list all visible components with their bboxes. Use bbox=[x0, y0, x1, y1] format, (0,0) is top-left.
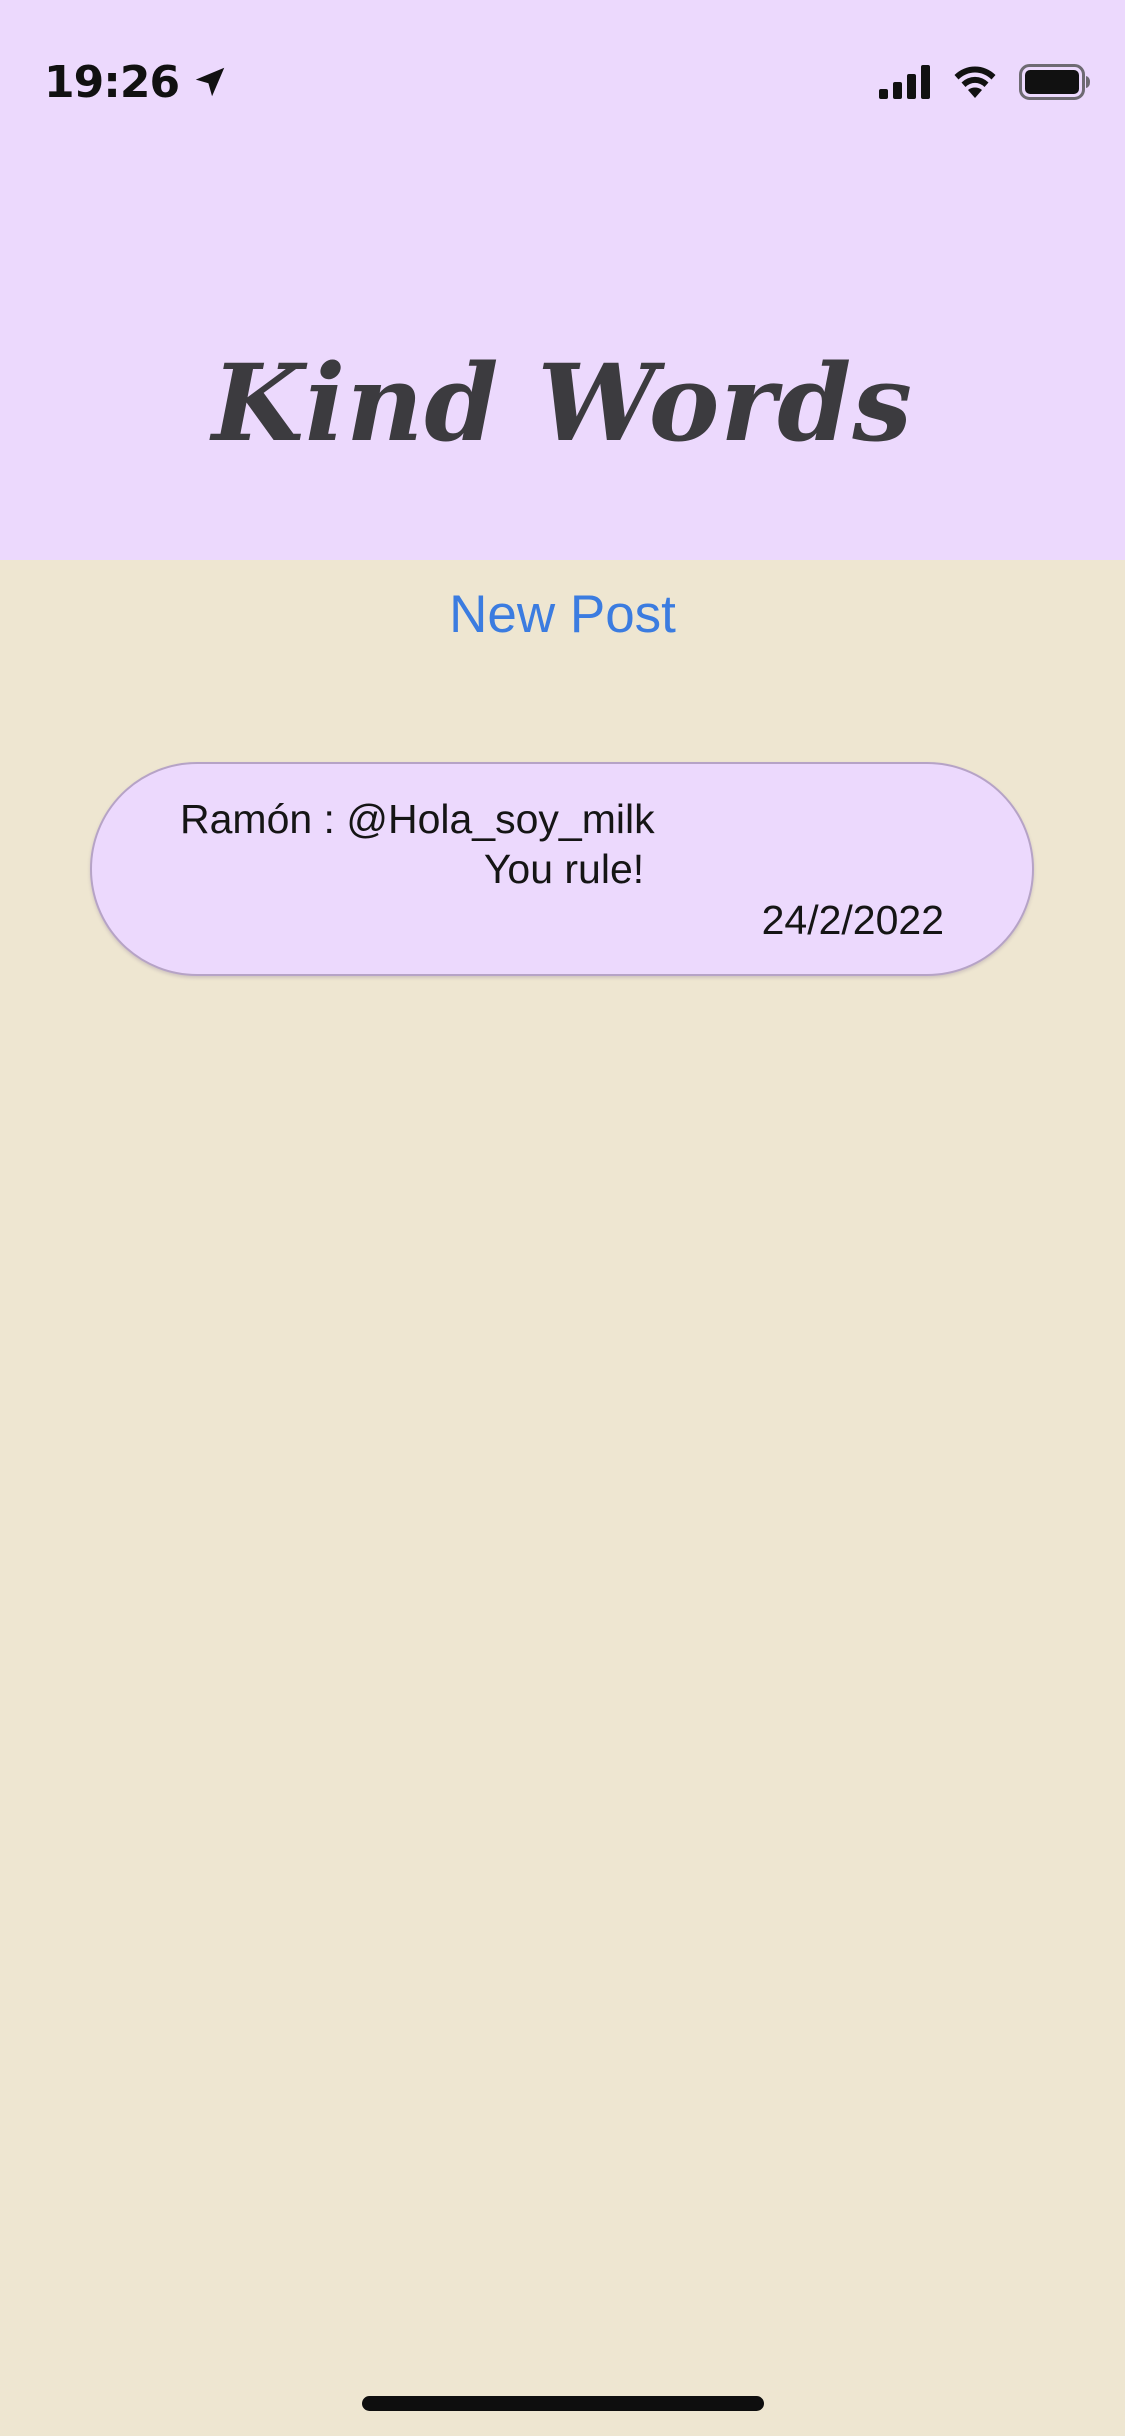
status-time: 19:26 bbox=[44, 56, 180, 108]
status-time-group: 19:26 bbox=[44, 50, 229, 114]
post-message: You rule! bbox=[483, 846, 645, 892]
wifi-icon bbox=[954, 66, 996, 98]
post-date: 24/2/2022 bbox=[761, 897, 944, 943]
location-arrow-icon bbox=[195, 67, 225, 97]
app-header: 19:26 Kind Words bbox=[0, 0, 1125, 560]
battery-icon bbox=[1019, 64, 1090, 100]
status-bar: 19:26 bbox=[0, 0, 1125, 150]
home-indicator[interactable] bbox=[362, 2396, 764, 2411]
app-title: Kind Words bbox=[211, 340, 914, 465]
post-author: Ramón : @Hola_soy_milk bbox=[180, 796, 655, 842]
post-card[interactable]: Ramón : @Hola_soy_milk You rule! 24/2/20… bbox=[90, 762, 1034, 976]
cellular-signal-icon bbox=[879, 65, 930, 99]
status-indicators bbox=[879, 62, 1091, 102]
new-post-button[interactable]: New Post bbox=[0, 584, 1125, 645]
